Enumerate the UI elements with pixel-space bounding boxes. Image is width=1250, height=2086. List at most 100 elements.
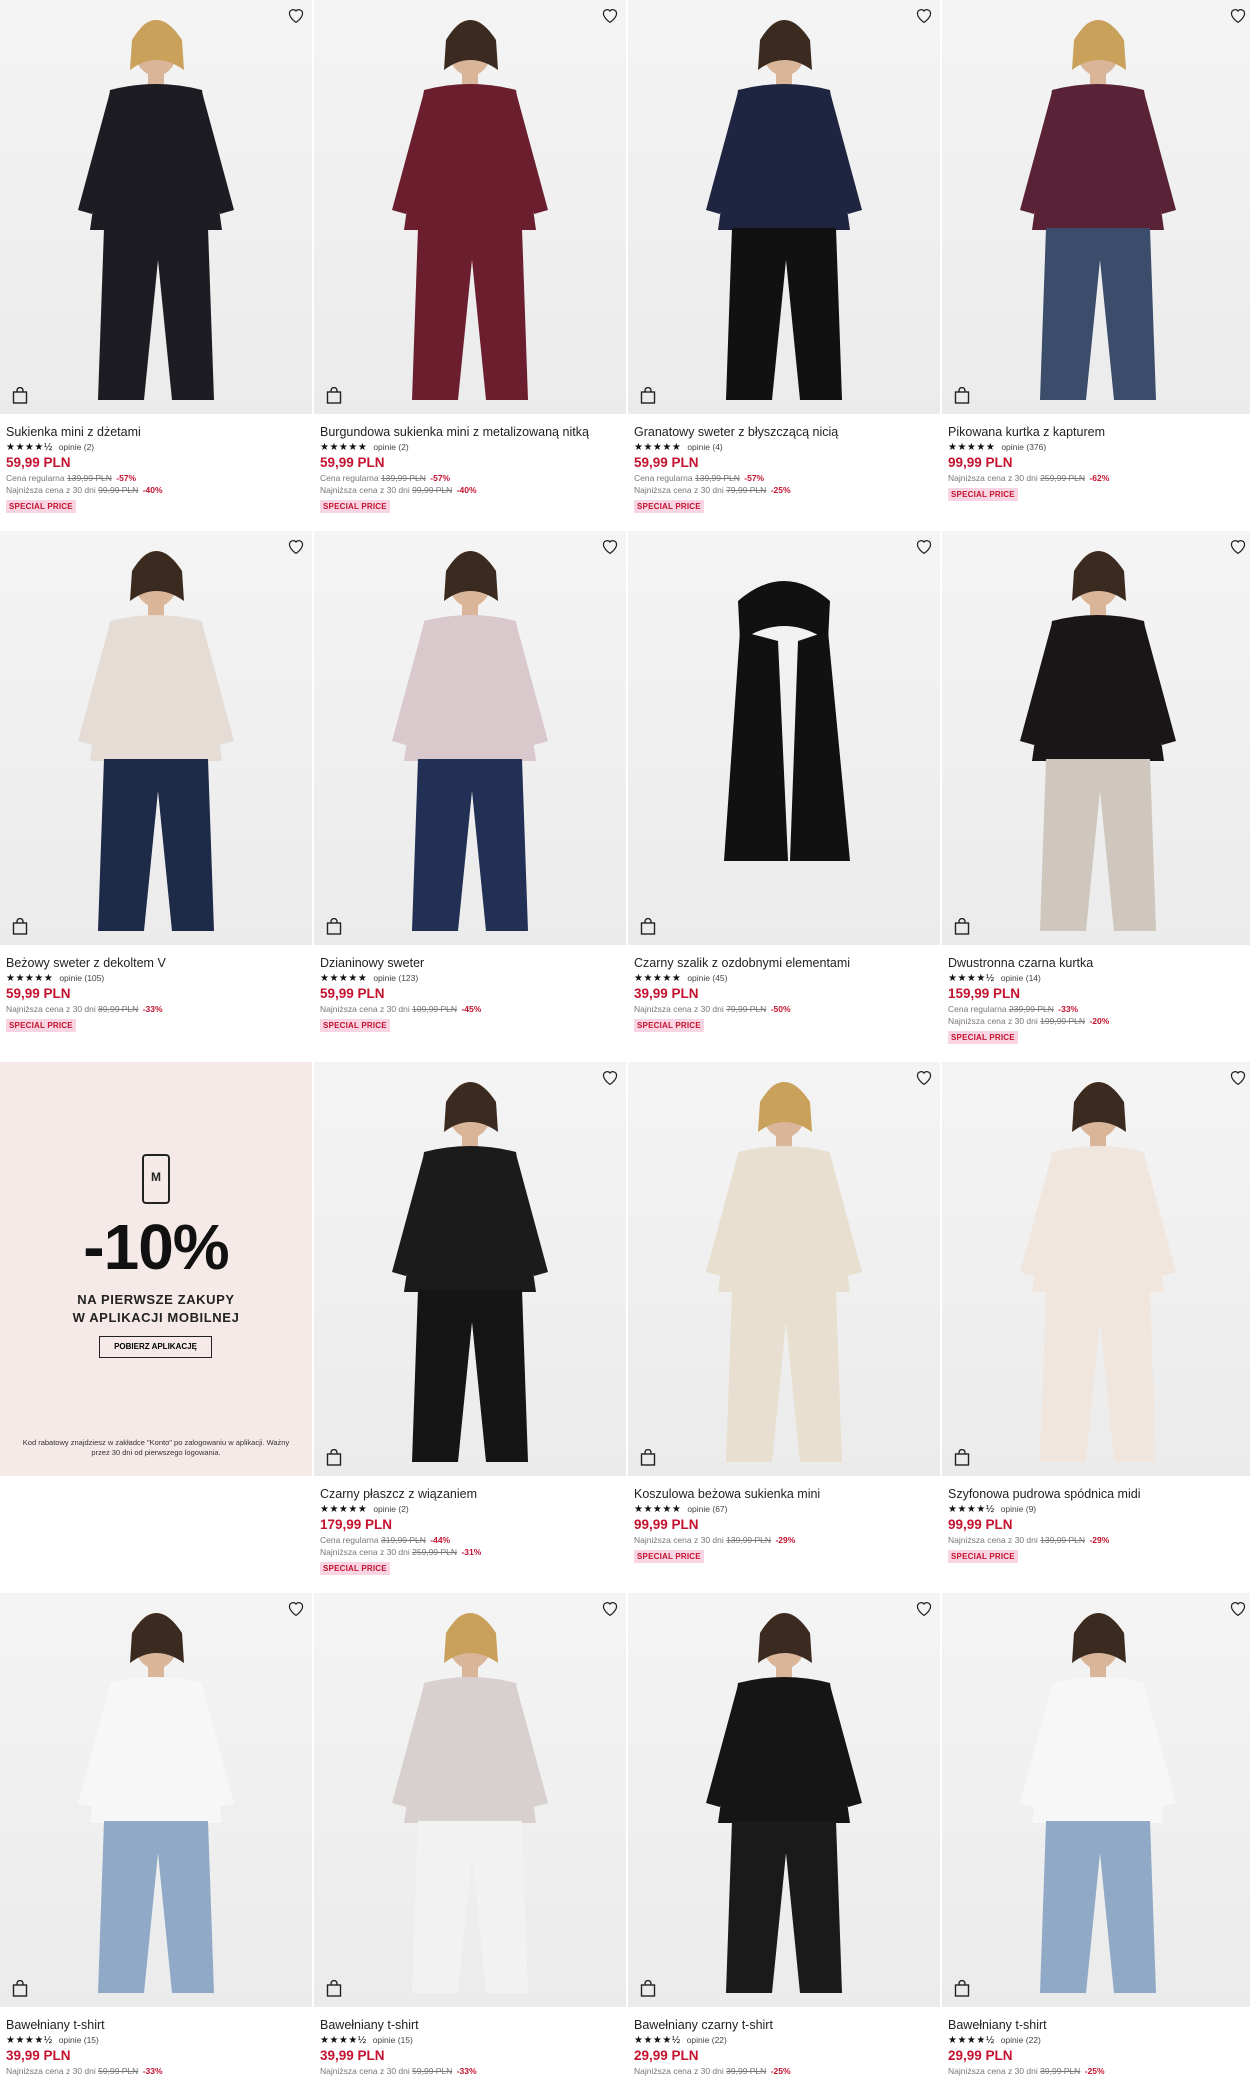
shopping-bag-icon[interactable] xyxy=(640,1980,656,1997)
product-name[interactable]: Granatowy sweter z błyszczącą nicią xyxy=(634,424,940,440)
product-image[interactable] xyxy=(0,531,312,945)
product-card[interactable]: Czarny płaszcz z wiązaniem ★★★★★ opinie … xyxy=(314,1062,626,1576)
product-image[interactable] xyxy=(628,1062,940,1476)
heart-outline-icon[interactable] xyxy=(600,6,620,24)
special-price-badge: SPECIAL PRICE xyxy=(948,488,1018,501)
product-image[interactable] xyxy=(314,1062,626,1476)
product-image[interactable] xyxy=(628,0,940,414)
product-card[interactable]: Czarny szalik z ozdobnymi elementami ★★★… xyxy=(628,531,940,1033)
product-name[interactable]: Pikowana kurtka z kapturem xyxy=(948,424,1250,440)
shopping-bag-icon[interactable] xyxy=(12,918,28,935)
heart-outline-icon[interactable] xyxy=(600,1599,620,1617)
shopping-bag-icon[interactable] xyxy=(954,918,970,935)
product-name[interactable]: Bawełniany t-shirt xyxy=(948,2017,1250,2033)
product-name[interactable]: Sukienka mini z dżetami xyxy=(6,424,312,440)
product-price: 59,99 PLN xyxy=(6,986,71,1001)
product-card[interactable]: Beżowy sweter z dekoltem V ★★★★★ opinie … xyxy=(0,531,312,1033)
product-name[interactable]: Bawełniany czarny t-shirt xyxy=(634,2017,940,2033)
product-image[interactable] xyxy=(942,1062,1250,1476)
heart-outline-icon[interactable] xyxy=(914,1068,934,1086)
product-image[interactable] xyxy=(314,0,626,414)
heart-outline-icon[interactable] xyxy=(600,537,620,555)
shopping-bag-icon[interactable] xyxy=(640,387,656,404)
heart-outline-icon[interactable] xyxy=(286,6,306,24)
special-price-badge: SPECIAL PRICE xyxy=(6,500,76,513)
product-name[interactable]: Dzianinowy sweter xyxy=(320,955,626,971)
rating-stars: ★★★★★ xyxy=(320,1503,368,1515)
shopping-bag-icon[interactable] xyxy=(12,1980,28,1997)
product-name[interactable]: Czarny płaszcz z wiązaniem xyxy=(320,1486,626,1502)
rating-stars: ★★★★½ xyxy=(320,2034,367,2046)
product-image[interactable] xyxy=(314,1593,626,2007)
heart-outline-icon[interactable] xyxy=(914,6,934,24)
product-image[interactable] xyxy=(0,1593,312,2007)
product-card[interactable]: Bawełniany t-shirt ★★★★½ opinie (15) 39,… xyxy=(314,1593,626,2077)
review-count: opinie (2) xyxy=(58,442,95,452)
heart-outline-icon[interactable] xyxy=(600,1068,620,1086)
product-name[interactable]: Bawełniany t-shirt xyxy=(320,2017,626,2033)
heart-outline-icon[interactable] xyxy=(914,1599,934,1617)
product-image[interactable] xyxy=(942,1593,1250,2007)
product-name[interactable]: Koszulowa beżowa sukienka mini xyxy=(634,1486,940,1502)
product-card[interactable]: Granatowy sweter z błyszczącą nicią ★★★★… xyxy=(628,0,940,514)
product-card[interactable]: Koszulowa beżowa sukienka mini ★★★★★ opi… xyxy=(628,1062,940,1564)
special-price-badge: SPECIAL PRICE xyxy=(948,1031,1018,1044)
shopping-bag-icon[interactable] xyxy=(326,1980,342,1997)
product-card[interactable]: Bawełniany t-shirt ★★★★½ opinie (22) 29,… xyxy=(942,1593,1250,2077)
download-app-button[interactable]: POBIERZ APLIKACJĘ xyxy=(99,1336,212,1358)
special-price-badge: SPECIAL PRICE xyxy=(634,500,704,513)
product-card[interactable]: Sukienka mini z dżetami ★★★★½ opinie (2)… xyxy=(0,0,312,514)
product-card[interactable]: Dwustronna czarna kurtka ★★★★½ opinie (1… xyxy=(942,531,1250,1045)
shopping-bag-icon[interactable] xyxy=(954,1449,970,1466)
product-image[interactable] xyxy=(942,531,1250,945)
promo-note: Kod rabatowy znajdziesz w zakładce "Kont… xyxy=(22,1438,290,1457)
product-card[interactable]: Burgundowa sukienka mini z metalizowaną … xyxy=(314,0,626,514)
product-image[interactable] xyxy=(0,0,312,414)
review-count: opinie (15) xyxy=(58,2035,99,2045)
promo-line-1: NA PIERWSZE ZAKUPY xyxy=(77,1292,235,1307)
product-card[interactable]: Szyfonowa pudrowa spódnica midi ★★★★½ op… xyxy=(942,1062,1250,1564)
product-name[interactable]: Dwustronna czarna kurtka xyxy=(948,955,1250,971)
product-card[interactable]: Pikowana kurtka z kapturem ★★★★★ opinie … xyxy=(942,0,1250,502)
review-count: opinie (45) xyxy=(687,973,728,983)
shopping-bag-icon[interactable] xyxy=(326,387,342,404)
review-count: opinie (2) xyxy=(373,1504,409,1514)
product-price: 179,99 PLN xyxy=(320,1517,393,1532)
heart-outline-icon[interactable] xyxy=(1228,1599,1248,1617)
heart-outline-icon[interactable] xyxy=(1228,1068,1248,1086)
product-name[interactable]: Burgundowa sukienka mini z metalizowaną … xyxy=(320,424,626,440)
shopping-bag-icon[interactable] xyxy=(640,918,656,935)
shopping-bag-icon[interactable] xyxy=(954,387,970,404)
product-image[interactable] xyxy=(628,1593,940,2007)
product-card[interactable]: Bawełniany czarny t-shirt ★★★★½ opinie (… xyxy=(628,1593,940,2077)
reference-price: Cena regularna 319,99 PLN -44% xyxy=(320,1535,451,1545)
product-rating: ★★★★½ opinie (22) xyxy=(948,2034,1250,2046)
product-name[interactable]: Czarny szalik z ozdobnymi elementami xyxy=(634,955,940,971)
review-count: opinie (9) xyxy=(1000,1504,1037,1514)
product-image[interactable] xyxy=(942,0,1250,414)
heart-outline-icon[interactable] xyxy=(1228,6,1248,24)
product-name[interactable]: Szyfonowa pudrowa spódnica midi xyxy=(948,1486,1250,1502)
shopping-bag-icon[interactable] xyxy=(326,918,342,935)
product-card[interactable]: Dzianinowy sweter ★★★★★ opinie (123) 59,… xyxy=(314,531,626,1033)
app-promo-banner[interactable]: M -10% NA PIERWSZE ZAKUPY W APLIKACJI MO… xyxy=(0,1062,312,1476)
review-count: opinie (105) xyxy=(59,973,105,983)
product-card[interactable]: Bawełniany t-shirt ★★★★½ opinie (15) 39,… xyxy=(0,1593,312,2077)
shopping-bag-icon[interactable] xyxy=(12,387,28,404)
product-name[interactable]: Bawełniany t-shirt xyxy=(6,2017,312,2033)
product-image[interactable] xyxy=(628,531,940,945)
shopping-bag-icon[interactable] xyxy=(640,1449,656,1466)
product-image[interactable] xyxy=(314,531,626,945)
product-name[interactable]: Beżowy sweter z dekoltem V xyxy=(6,955,312,971)
product-price: 59,99 PLN xyxy=(634,455,699,470)
heart-outline-icon[interactable] xyxy=(1228,537,1248,555)
product-rating: ★★★★½ opinie (15) xyxy=(6,2034,312,2046)
heart-outline-icon[interactable] xyxy=(286,1599,306,1617)
product-rating: ★★★★½ opinie (14) xyxy=(948,972,1250,984)
shopping-bag-icon[interactable] xyxy=(954,1980,970,1997)
rating-stars: ★★★★★ xyxy=(320,441,368,453)
heart-outline-icon[interactable] xyxy=(914,537,934,555)
reference-price: Najniższa cena z 30 dni 39,99 PLN -25% xyxy=(948,2066,1105,2076)
shopping-bag-icon[interactable] xyxy=(326,1449,342,1466)
heart-outline-icon[interactable] xyxy=(286,537,306,555)
